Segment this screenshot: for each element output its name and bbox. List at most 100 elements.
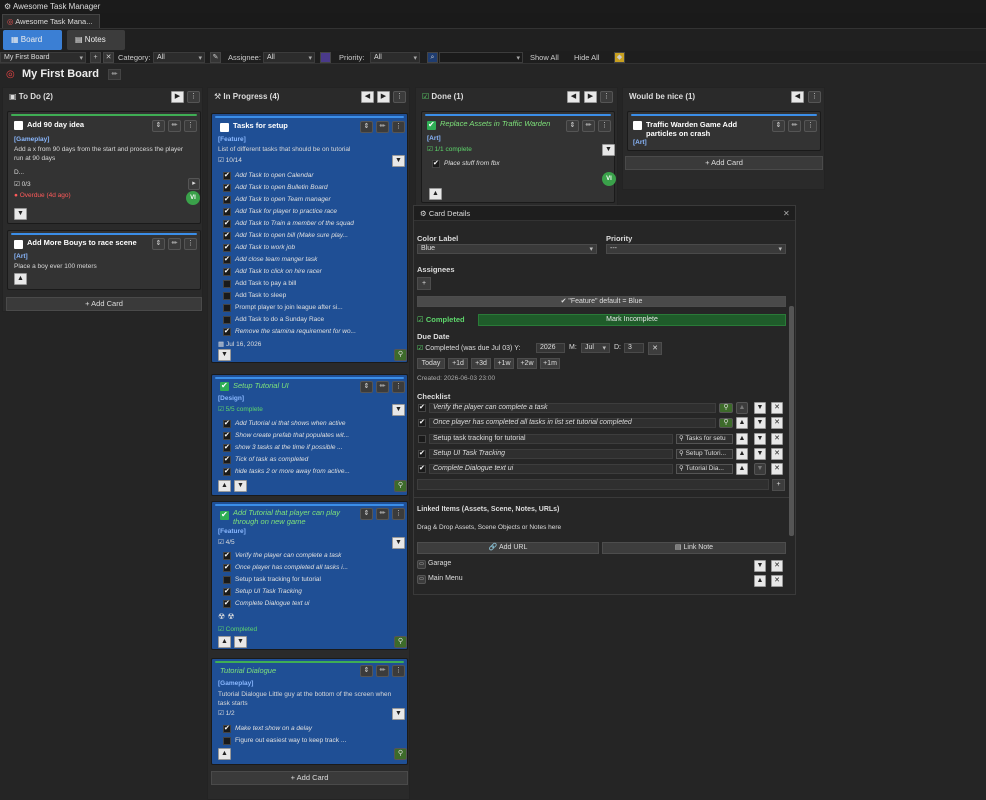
- checklist-checkbox[interactable]: [418, 449, 426, 458]
- linked-card-tag[interactable]: ⚲ Tutorial Dia...: [676, 464, 733, 474]
- checklist-item-input[interactable]: Setup UI Task Tracking: [429, 449, 673, 459]
- checklist-item-input[interactable]: Setup task tracking for tutorial: [429, 434, 673, 444]
- add-board-button[interactable]: +: [90, 52, 101, 63]
- expand-button[interactable]: ▸: [188, 178, 200, 190]
- collapse-button[interactable]: ▼: [392, 155, 405, 167]
- card-menu-button[interactable]: ⋮: [598, 120, 611, 132]
- add-card-button[interactable]: + Add Card: [6, 297, 202, 311]
- move-right-button[interactable]: ▶: [171, 91, 184, 103]
- mark-incomplete-button[interactable]: Mark Incomplete: [478, 314, 786, 326]
- avatar[interactable]: VI: [186, 191, 200, 205]
- linked-item[interactable]: ▭ Garage: [417, 560, 451, 569]
- card-menu-button[interactable]: ⋮: [184, 120, 197, 132]
- close-icon[interactable]: ✕: [783, 209, 790, 218]
- move-down-button[interactable]: ▼: [234, 636, 247, 648]
- day-input[interactable]: 3: [624, 343, 644, 353]
- expand-button[interactable]: ▲: [429, 188, 442, 200]
- notes-mode-button[interactable]: ▤ Notes: [67, 30, 125, 50]
- card-checkbox[interactable]: [220, 123, 229, 132]
- move-up-button[interactable]: ▲: [218, 480, 231, 492]
- card-menu-button[interactable]: ⋮: [392, 665, 405, 677]
- avatar[interactable]: VI: [602, 172, 616, 186]
- card-checkbox[interactable]: [427, 120, 436, 130]
- checklist-checkbox[interactable]: [223, 207, 231, 216]
- clear-date-button[interactable]: ✕: [648, 342, 662, 355]
- edit-card-button[interactable]: ✏: [376, 381, 389, 393]
- collapse-button[interactable]: ▼: [392, 537, 405, 549]
- show-all-button[interactable]: Show All: [530, 53, 559, 62]
- add-checklist-item-button[interactable]: +: [772, 479, 785, 491]
- checklist-checkbox[interactable]: [223, 195, 231, 204]
- card-menu-button[interactable]: ⋮: [804, 120, 817, 132]
- linked-card-tag[interactable]: ⚲ Tasks for setu: [676, 434, 733, 444]
- checklist-checkbox[interactable]: [223, 292, 231, 300]
- drag-handle-icon[interactable]: ⇕: [360, 508, 373, 520]
- checklist-checkbox[interactable]: [223, 724, 231, 733]
- quick-today-button[interactable]: Today: [417, 358, 445, 369]
- add-assignee-button[interactable]: +: [417, 277, 431, 290]
- edit-card-button[interactable]: ✏: [168, 238, 181, 250]
- checklist-checkbox[interactable]: [223, 737, 231, 745]
- move-up-button[interactable]: ▲: [754, 575, 766, 587]
- move-left-button[interactable]: ◀: [361, 91, 374, 103]
- card-menu-button[interactable]: ⋮: [184, 238, 197, 250]
- collapse-button[interactable]: ▼: [392, 708, 405, 720]
- card-checkbox[interactable]: [633, 121, 642, 130]
- move-up-button[interactable]: ▲: [736, 417, 748, 429]
- checklist-checkbox[interactable]: [223, 563, 231, 572]
- add-card-button[interactable]: + Add Card: [211, 771, 408, 785]
- quick-1w-button[interactable]: +1w: [494, 358, 514, 369]
- delete-item-button[interactable]: ✕: [771, 463, 783, 475]
- delete-item-button[interactable]: ✕: [771, 402, 783, 414]
- checklist-checkbox[interactable]: [223, 280, 231, 288]
- quick-1d-button[interactable]: +1d: [448, 358, 468, 369]
- checklist-checkbox[interactable]: [223, 316, 231, 324]
- edit-card-button[interactable]: ✏: [582, 120, 595, 132]
- new-checklist-item-input[interactable]: [417, 479, 769, 490]
- drag-handle-icon[interactable]: ⇕: [772, 120, 785, 132]
- drag-handle-icon[interactable]: ⇕: [360, 121, 373, 133]
- collapse-button[interactable]: ▼: [602, 144, 615, 156]
- move-left-button[interactable]: ◀: [791, 91, 804, 103]
- feature-default-button[interactable]: ✔ "Feature" default = Blue: [417, 296, 786, 307]
- edit-board-button[interactable]: ✏: [108, 69, 121, 80]
- card[interactable]: Add More Bouys to race scene ⇕ ✏ ⋮ [Art]…: [7, 230, 201, 290]
- checklist-checkbox[interactable]: [432, 159, 440, 168]
- drag-handle-icon[interactable]: ⇕: [152, 120, 165, 132]
- brush-icon[interactable]: ✎: [210, 52, 221, 63]
- remove-link-button[interactable]: ✕: [771, 560, 783, 572]
- collapse-button[interactable]: ▼: [218, 349, 231, 361]
- move-right-button[interactable]: ▶: [584, 91, 597, 103]
- move-up-button[interactable]: ▲: [736, 402, 748, 414]
- edit-card-button[interactable]: ✏: [168, 120, 181, 132]
- move-up-button[interactable]: ▲: [736, 463, 748, 475]
- delete-item-button[interactable]: ✕: [771, 417, 783, 429]
- palette-icon[interactable]: ◆: [614, 52, 625, 63]
- checklist-checkbox[interactable]: [223, 599, 231, 608]
- board-mode-button[interactable]: ▦ Board: [3, 30, 62, 50]
- card-checkbox[interactable]: [220, 510, 229, 520]
- category-select[interactable]: All: [153, 52, 205, 63]
- completed-toggle[interactable]: ☑ Completed: [417, 315, 465, 324]
- hide-all-button[interactable]: Hide All: [574, 53, 599, 62]
- checklist-checkbox[interactable]: [223, 551, 231, 560]
- move-left-button[interactable]: ◀: [567, 91, 580, 103]
- checklist-checkbox[interactable]: [223, 327, 231, 336]
- checklist-checkbox[interactable]: [223, 455, 231, 464]
- move-down-button[interactable]: ▼: [754, 463, 766, 475]
- card-menu-button[interactable]: ⋮: [392, 381, 405, 393]
- board-select[interactable]: My First Board: [0, 52, 86, 63]
- card[interactable]: Tasks for setup ⇕ ✏ ⋮ [Feature] List of …: [211, 113, 408, 363]
- card[interactable]: Setup Tutorial UI ⇕ ✏ ⋮ [Design] ☑ 5/5 c…: [211, 374, 408, 496]
- drag-handle-icon[interactable]: ⇕: [152, 238, 165, 250]
- delete-item-button[interactable]: ✕: [771, 433, 783, 445]
- card-menu-button[interactable]: ⋮: [392, 121, 405, 133]
- column-menu-button[interactable]: ⋮: [187, 91, 200, 103]
- drag-handle-icon[interactable]: ⇕: [360, 665, 373, 677]
- checklist-checkbox[interactable]: [223, 255, 231, 264]
- add-card-button[interactable]: + Add Card: [625, 156, 823, 170]
- card[interactable]: Replace Assets in Traffic Warden ⇕ ✏ ⋮ […: [421, 111, 616, 203]
- linked-item[interactable]: ▭ Main Menu: [417, 575, 463, 584]
- move-down-button[interactable]: ▼: [754, 402, 766, 414]
- edit-card-button[interactable]: ✏: [788, 120, 801, 132]
